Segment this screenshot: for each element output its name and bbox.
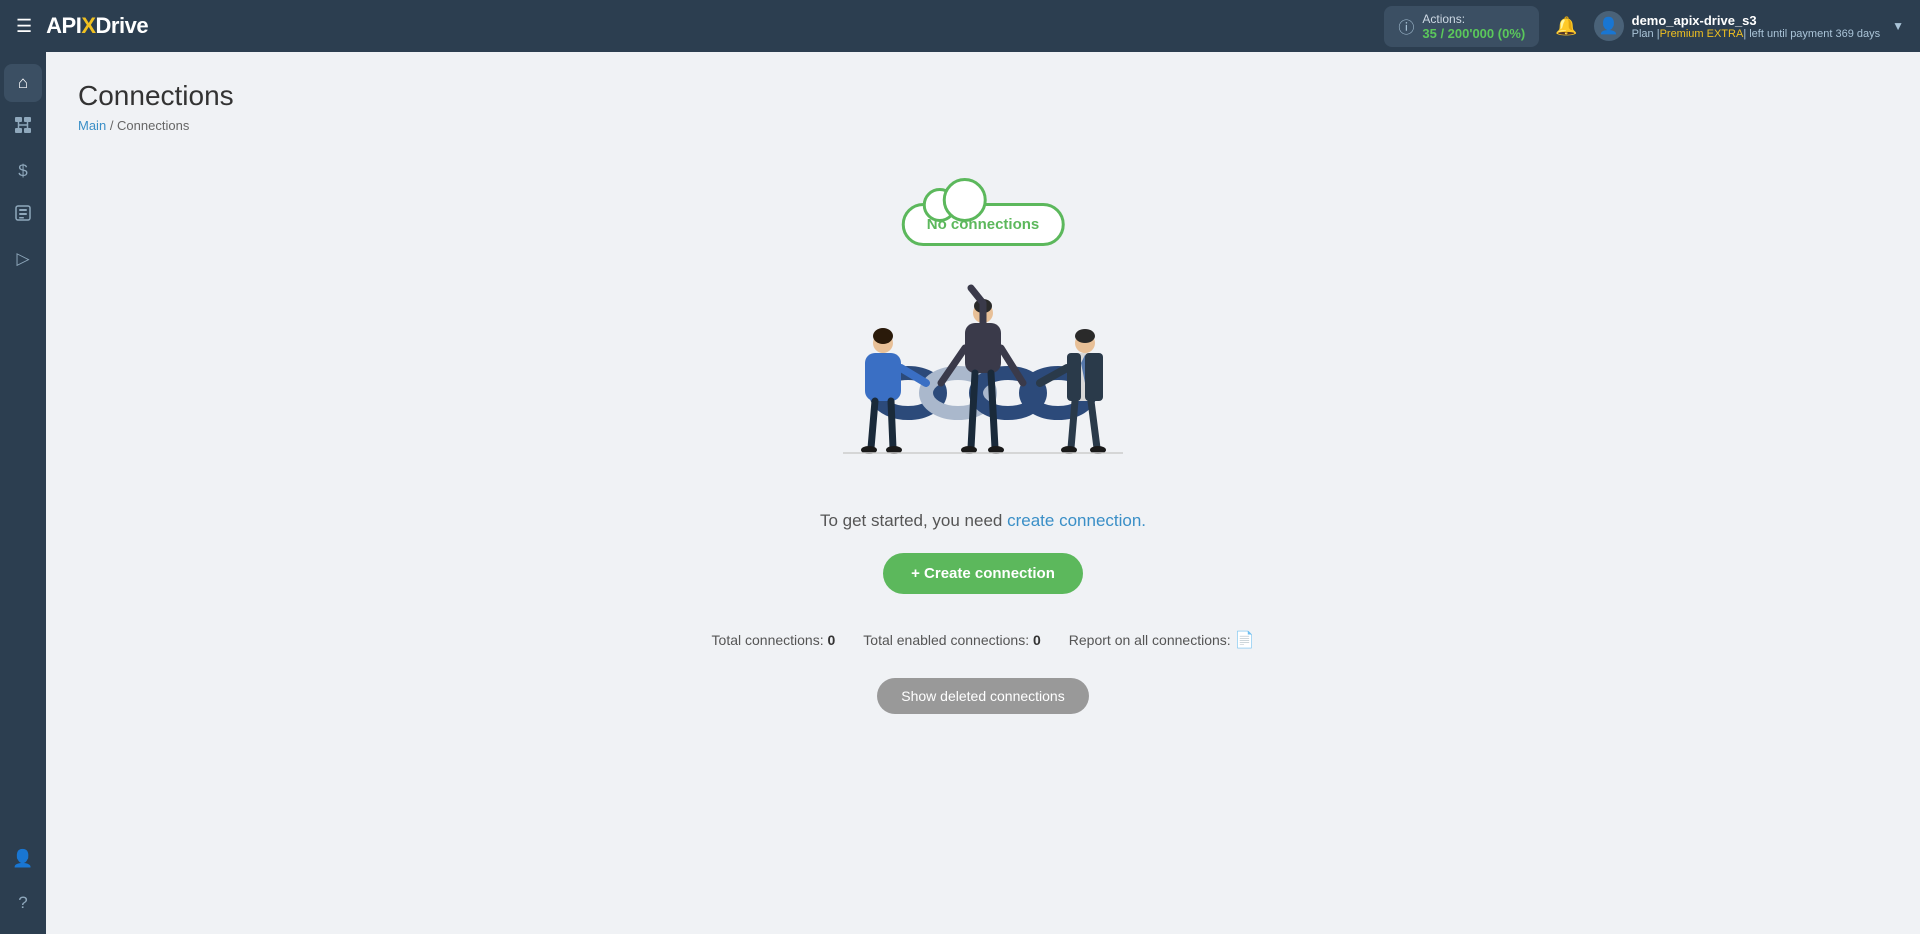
people-chain-illustration [813, 253, 1153, 483]
home-icon: ⌂ [18, 73, 28, 93]
topnav-actions: ⓘ Actions: 35 / 200'000 (0%) 🔔 👤 demo_ap… [1384, 6, 1904, 47]
total-connections-label: Total connections: 0 [712, 632, 836, 648]
breadcrumb-home[interactable]: Main [78, 118, 106, 133]
report-label: Report on all connections: 📄 [1069, 630, 1255, 650]
create-connection-link[interactable]: create connection. [1007, 511, 1146, 530]
create-connection-button[interactable]: + Create connection [883, 553, 1083, 594]
actions-info: Actions: 35 / 200'000 (0%) [1422, 12, 1525, 41]
actions-badge[interactable]: ⓘ Actions: 35 / 200'000 (0%) [1384, 6, 1539, 47]
tasks-icon [14, 204, 32, 227]
account-icon: 👤 [12, 849, 33, 869]
user-plan: Plan |Premium EXTRA| left until payment … [1632, 28, 1880, 40]
app-body: ⌂ $ [0, 52, 1920, 934]
logo-text: APIXDrive [46, 13, 148, 39]
show-deleted-button[interactable]: Show deleted connections [877, 678, 1088, 714]
sidebar-item-help[interactable]: ? [4, 884, 42, 922]
breadcrumb-sep: / [110, 118, 117, 133]
media-icon: ▷ [16, 249, 29, 269]
info-icon: ⓘ [1398, 14, 1414, 38]
connections-icon [14, 116, 32, 139]
sidebar-item-home[interactable]: ⌂ [4, 64, 42, 102]
user-name: demo_apix-drive_s3 [1632, 13, 1880, 28]
sidebar-item-tasks[interactable] [4, 196, 42, 234]
billing-icon: $ [18, 161, 27, 181]
sidebar: ⌂ $ [0, 52, 46, 934]
page-title: Connections [78, 80, 1888, 112]
breadcrumb-current: Connections [117, 118, 189, 133]
user-avatar: 👤 [1594, 11, 1624, 41]
hamburger-menu[interactable]: ☰ [16, 16, 32, 37]
help-icon: ? [18, 893, 27, 913]
user-section[interactable]: 👤 demo_apix-drive_s3 Plan |Premium EXTRA… [1594, 11, 1904, 41]
user-info: demo_apix-drive_s3 Plan |Premium EXTRA| … [1632, 13, 1880, 40]
avatar-icon: 👤 [1599, 16, 1619, 36]
cta-text: To get started, you need create connecti… [820, 511, 1146, 531]
report-icon[interactable]: 📄 [1235, 632, 1255, 649]
illustration: No connections [813, 203, 1153, 483]
sidebar-item-connections[interactable] [4, 108, 42, 146]
topnav: ☰ APIXDrive ⓘ Actions: 35 / 200'000 (0%)… [0, 0, 1920, 52]
enabled-connections-label: Total enabled connections: 0 [863, 632, 1040, 648]
actions-count: 35 / 200'000 (0%) [1422, 26, 1525, 41]
actions-label: Actions: [1422, 12, 1525, 26]
main-content: Connections Main / Connections No connec… [46, 52, 1920, 934]
empty-state: No connections [78, 163, 1888, 774]
stats-row: Total connections: 0 Total enabled conne… [712, 630, 1255, 650]
no-connections-cloud: No connections [902, 203, 1065, 246]
breadcrumb: Main / Connections [78, 118, 1888, 133]
sidebar-item-billing[interactable]: $ [4, 152, 42, 190]
sidebar-item-media[interactable]: ▷ [4, 240, 42, 278]
logo: APIXDrive [46, 13, 148, 39]
sidebar-item-account[interactable]: 👤 [4, 840, 42, 878]
bell-icon[interactable]: 🔔 [1551, 12, 1581, 41]
sidebar-bottom: 👤 ? [4, 840, 42, 922]
chevron-down-icon: ▼ [1892, 19, 1904, 33]
